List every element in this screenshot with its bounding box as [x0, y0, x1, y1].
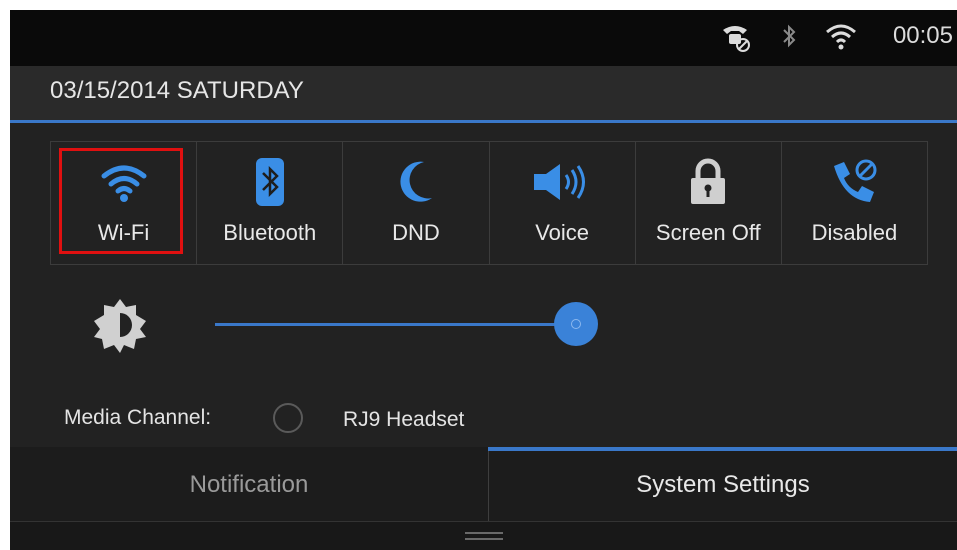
brightness-icon: [92, 297, 148, 358]
active-tab-indicator: [488, 447, 957, 451]
tile-voice-label: Voice: [535, 220, 590, 245]
tile-bluetooth[interactable]: Bluetooth: [197, 142, 344, 264]
tab-notification[interactable]: Notification: [10, 471, 488, 499]
quick-settings-screen: 00:05 03/15/2014 SATURDAY Wi-Fi Bluetoot…: [10, 10, 957, 550]
moon-icon: [394, 156, 438, 208]
media-channel-label: Media Channel:: [64, 406, 212, 429]
tab-system-settings[interactable]: System Settings: [489, 471, 957, 499]
media-channel-radio[interactable]: [273, 403, 303, 433]
tile-bluetooth-label: Bluetooth: [223, 220, 317, 245]
date-header: 03/15/2014 SATURDAY: [10, 66, 957, 120]
lock-icon: [688, 156, 728, 208]
quick-settings-panel: Wi-Fi Bluetooth DND Voice Screen Off Dis…: [10, 123, 957, 447]
bluetooth-icon: [780, 20, 800, 59]
brightness-slider-thumb[interactable]: [554, 302, 598, 346]
phone-disabled-icon: [828, 156, 880, 208]
tile-dnd-label: DND: [392, 220, 440, 245]
status-bar: 00:05: [10, 10, 957, 66]
quick-tiles-grid: Wi-Fi Bluetooth DND Voice Screen Off Dis…: [50, 141, 928, 265]
wifi-signal-icon: [824, 20, 858, 59]
slider-thumb-center: [571, 319, 581, 329]
tile-disabled[interactable]: Disabled: [782, 142, 927, 264]
tile-voice[interactable]: Voice: [490, 142, 636, 264]
drawer-handle-bar[interactable]: [10, 521, 957, 550]
tile-dnd[interactable]: DND: [343, 142, 490, 264]
speaker-icon: [532, 156, 592, 208]
bottom-tabs: Notification System Settings: [10, 447, 957, 521]
tile-disabled-label: Disabled: [811, 220, 898, 245]
brightness-slider-track[interactable]: [215, 323, 595, 326]
media-channel-option[interactable]: RJ9 Headset: [343, 408, 464, 432]
tile-wifi[interactable]: Wi-Fi: [51, 142, 198, 264]
date-text: 03/15/2014 SATURDAY: [50, 77, 304, 104]
wifi-highlight-box: [59, 148, 183, 254]
drag-handle-icon: [465, 532, 503, 541]
tile-screen-off[interactable]: Screen Off: [636, 142, 782, 264]
status-time: 00:05: [892, 22, 953, 49]
phone-muted-icon: [721, 20, 751, 59]
tile-screen-off-label: Screen Off: [655, 220, 761, 245]
bluetooth-icon: [255, 156, 285, 208]
